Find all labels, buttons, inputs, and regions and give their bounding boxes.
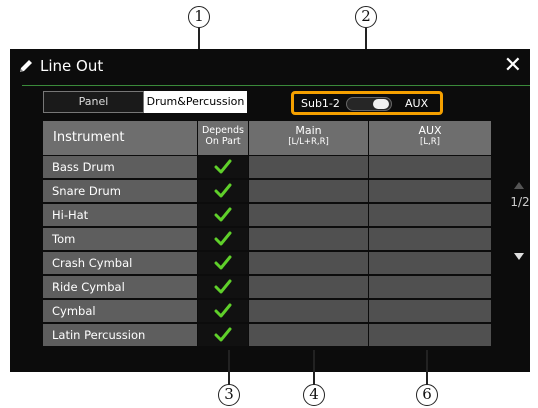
table-row[interactable]: Ride Cymbal [43, 276, 491, 298]
main-output-cell[interactable] [249, 228, 368, 250]
page-indicator: 1/2 [510, 195, 530, 209]
callout-4-leader [313, 350, 315, 386]
checkmark-icon [214, 231, 232, 246]
callout-1: 1 [188, 6, 210, 28]
checkmark-icon [214, 279, 232, 294]
callout-4-number: 4 [309, 385, 319, 403]
table-row[interactable]: Bass Drum [43, 156, 491, 178]
callout-2: 2 [355, 6, 377, 28]
callout-3-number: 3 [224, 385, 234, 403]
header-instrument: Instrument [43, 121, 197, 155]
table-row[interactable]: Snare Drum [43, 180, 491, 202]
callout-6-number: 6 [422, 385, 432, 403]
header-main: Main [L/L+R,R] [249, 121, 368, 155]
aux-output-cell[interactable] [369, 228, 491, 250]
pencil-icon [20, 60, 32, 72]
page-up-icon[interactable] [514, 182, 524, 189]
aux-output-cell[interactable] [369, 276, 491, 298]
aux-output-cell[interactable] [369, 180, 491, 202]
main-output-cell[interactable] [249, 276, 368, 298]
depends-on-part-cell[interactable] [198, 156, 248, 178]
header-aux-line1: AUX [418, 124, 442, 137]
checkmark-icon [214, 159, 232, 174]
main-output-cell[interactable] [249, 180, 368, 202]
header-instrument-label: Instrument [53, 130, 125, 145]
header-main-line1: Main [295, 124, 322, 137]
header-depends-line2: On Part [205, 136, 241, 147]
line-out-screen: Line Out ✕ Panel Drum&Percussion Sub1-2 … [10, 49, 530, 372]
title-divider [22, 85, 530, 86]
callout-3-leader [228, 350, 230, 386]
checkmark-icon [214, 327, 232, 342]
aux-output-cell[interactable] [369, 324, 491, 346]
main-output-cell[interactable] [249, 324, 368, 346]
instrument-name: Latin Percussion [43, 324, 197, 346]
table-row[interactable]: Cymbal [43, 300, 491, 322]
main-output-cell[interactable] [249, 156, 368, 178]
callout-1-number: 1 [194, 7, 204, 25]
header-aux-line2: [L,R] [420, 137, 440, 147]
callout-3: 3 [218, 384, 240, 406]
instrument-name: Bass Drum [43, 156, 197, 178]
depends-on-part-cell[interactable] [198, 204, 248, 226]
header-depends: Depends On Part [198, 121, 248, 155]
table-row[interactable]: Hi-Hat [43, 204, 491, 226]
main-output-cell[interactable] [249, 204, 368, 226]
header-aux: AUX [L,R] [369, 121, 491, 155]
tab-group: Panel Drum&Percussion [43, 91, 247, 113]
instrument-name: Tom [43, 228, 197, 250]
title-bar: Line Out ✕ [10, 49, 530, 85]
instrument-name: Snare Drum [43, 180, 197, 202]
tab-drum-percussion[interactable]: Drum&Percussion [144, 91, 247, 113]
depends-on-part-cell[interactable] [198, 228, 248, 250]
checkmark-icon [214, 183, 232, 198]
callout-6: 6 [416, 384, 438, 406]
callout-2-number: 2 [361, 7, 371, 25]
instrument-name: Hi-Hat [43, 204, 197, 226]
toggle-right-label: AUX [405, 97, 429, 110]
aux-output-cell[interactable] [369, 156, 491, 178]
depends-on-part-cell[interactable] [198, 300, 248, 322]
instrument-name: Crash Cymbal [43, 252, 197, 274]
instrument-name: Cymbal [43, 300, 197, 322]
table-row[interactable]: Latin Percussion [43, 324, 491, 346]
toggle-left-label: Sub1-2 [301, 97, 340, 110]
instrument-name: Ride Cymbal [43, 276, 197, 298]
close-button[interactable]: ✕ [504, 55, 522, 77]
depends-on-part-cell[interactable] [198, 252, 248, 274]
depends-on-part-cell[interactable] [198, 276, 248, 298]
main-output-cell[interactable] [249, 252, 368, 274]
header-main-line2: [L/L+R,R] [288, 137, 329, 147]
depends-on-part-cell[interactable] [198, 180, 248, 202]
toggle-switch[interactable] [346, 97, 392, 111]
page-down-icon[interactable] [514, 253, 524, 260]
table-row[interactable]: Tom [43, 228, 491, 250]
aux-output-cell[interactable] [369, 204, 491, 226]
sub-aux-toggle[interactable]: Sub1-2 AUX [301, 96, 441, 112]
depends-on-part-cell[interactable] [198, 324, 248, 346]
aux-output-cell[interactable] [369, 252, 491, 274]
checkmark-icon [214, 207, 232, 222]
callout-6-leader [426, 350, 428, 386]
callout-4: 4 [303, 384, 325, 406]
main-output-cell[interactable] [249, 300, 368, 322]
tab-panel[interactable]: Panel [43, 91, 144, 113]
header-depends-line1: Depends [201, 125, 245, 136]
window-title: Line Out [40, 57, 104, 75]
toggle-knob[interactable] [373, 99, 389, 109]
checkmark-icon [214, 303, 232, 318]
table-row[interactable]: Crash Cymbal [43, 252, 491, 274]
checkmark-icon [214, 255, 232, 270]
aux-output-cell[interactable] [369, 300, 491, 322]
